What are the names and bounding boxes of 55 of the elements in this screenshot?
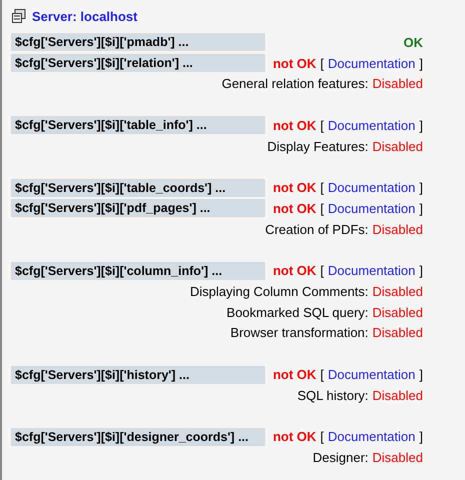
status-text: not OK bbox=[272, 56, 316, 71]
feature-label: General relation features: bbox=[222, 76, 368, 92]
config-key: $cfg['Servers'][$i]['designer_coords'] ... bbox=[11, 428, 265, 446]
feature-value: Disabled bbox=[372, 76, 423, 92]
bracket: [ bbox=[320, 180, 324, 196]
status-text: not OK bbox=[272, 118, 316, 133]
documentation-link[interactable]: Documentation bbox=[328, 263, 416, 278]
config-key: $cfg['Servers'][$i]['pdf_pages'] ... bbox=[11, 199, 265, 218]
status-text: not OK bbox=[272, 367, 316, 382]
bracket: ] bbox=[419, 429, 423, 444]
feature-value: Disabled bbox=[372, 284, 423, 300]
feature-label: Creation of PDFs: bbox=[265, 222, 368, 237]
feature-value: Disabled bbox=[372, 388, 423, 403]
feature-label: Designer: bbox=[312, 450, 368, 466]
config-key: $cfg['Servers'][$i]['pmadb'] ... bbox=[11, 33, 265, 52]
bracket: ] bbox=[419, 56, 423, 71]
server-title: Server: localhost bbox=[32, 8, 138, 24]
config-key: $cfg['Servers'][$i]['history'] ... bbox=[11, 366, 265, 384]
config-key: $cfg['Servers'][$i]['table_info'] ... bbox=[11, 116, 265, 134]
feature-value: Disabled bbox=[372, 325, 423, 340]
config-key: $cfg['Servers'][$i]['relation'] ... bbox=[11, 54, 265, 72]
documentation-link[interactable]: Documentation bbox=[328, 180, 416, 196]
bracket: ] bbox=[419, 180, 423, 196]
feature-value: Disabled bbox=[372, 138, 423, 154]
feature-label: Browser transformation: bbox=[230, 325, 368, 340]
feature-label: Display Features: bbox=[267, 138, 368, 154]
documentation-link[interactable]: Documentation bbox=[328, 367, 416, 382]
bracket: [ bbox=[320, 367, 324, 382]
feature-label: Bookmarked SQL query: bbox=[226, 304, 368, 320]
bracket: [ bbox=[320, 118, 324, 133]
feature-value: Disabled bbox=[372, 450, 423, 466]
bracket: [ bbox=[320, 429, 324, 444]
feature-value: Disabled bbox=[372, 304, 423, 320]
status-text: OK bbox=[404, 34, 423, 50]
documentation-link[interactable]: Documentation bbox=[328, 118, 416, 133]
documentation-link[interactable]: Documentation bbox=[328, 56, 416, 71]
status-text: not OK bbox=[272, 180, 316, 196]
documentation-link[interactable]: Documentation bbox=[328, 429, 416, 444]
status-text: not OK bbox=[272, 200, 316, 216]
feature-value: Disabled bbox=[372, 222, 423, 237]
config-key: $cfg['Servers'][$i]['column_info'] ... bbox=[11, 262, 265, 280]
feature-label: Displaying Column Comments: bbox=[190, 284, 368, 300]
bracket: ] bbox=[419, 367, 423, 382]
bracket: ] bbox=[419, 200, 423, 216]
bracket: ] bbox=[419, 118, 423, 133]
bracket: [ bbox=[320, 200, 324, 216]
config-key: $cfg['Servers'][$i]['table_coords'] ... bbox=[11, 178, 265, 197]
status-text: not OK bbox=[272, 429, 316, 444]
bracket: [ bbox=[320, 56, 324, 71]
documentation-link[interactable]: Documentation bbox=[328, 200, 416, 216]
server-icon bbox=[12, 9, 26, 23]
status-text: not OK bbox=[272, 263, 316, 278]
bracket: ] bbox=[419, 263, 423, 278]
feature-label: SQL history: bbox=[297, 388, 368, 403]
bracket: [ bbox=[320, 263, 324, 278]
